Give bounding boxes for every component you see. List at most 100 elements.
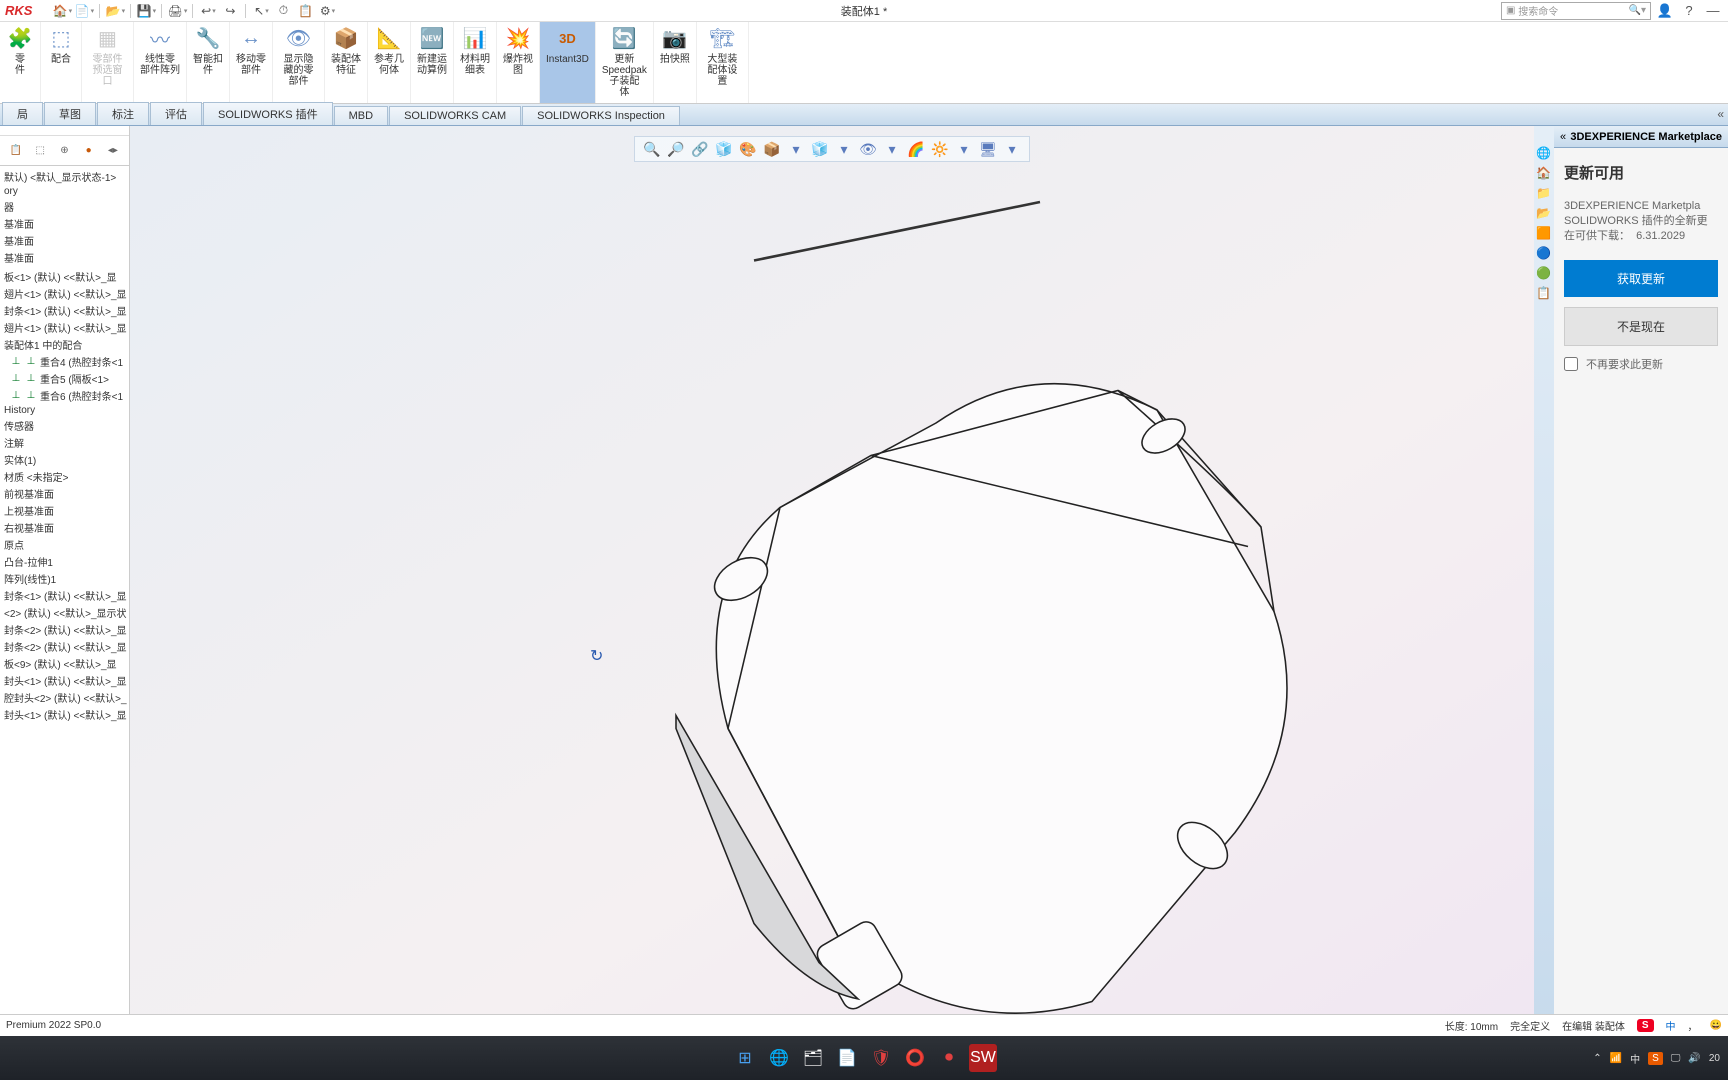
tree-item[interactable]: <2> (默认) <<默认>_显示状	[0, 604, 129, 621]
tree-item[interactable]: 阵列(线性)1	[0, 570, 129, 587]
not-now-button[interactable]: 不是现在	[1564, 307, 1718, 346]
start-menu-icon[interactable]: ⊞	[731, 1044, 759, 1072]
tree-item[interactable]: 右视基准面	[0, 519, 129, 536]
config-tab-icon[interactable]: ⊕	[55, 142, 73, 160]
notes-app-icon[interactable]: 📄	[833, 1044, 861, 1072]
tab-sw-cam[interactable]: SOLIDWORKS CAM	[389, 106, 521, 125]
ribbon-insert-part[interactable]: 🧩零 件	[0, 22, 41, 103]
security-app-icon[interactable]: 🛡	[867, 1044, 895, 1072]
ime-lang-label[interactable]: 中	[1666, 1018, 1676, 1033]
tree-item[interactable]: 板<1> (默认) <<默认>_显	[0, 268, 129, 285]
tree-item[interactable]: ⊥⊥重合4 (热腔封条<1	[0, 353, 129, 370]
ribbon-new-motion-study[interactable]: 🆕新建运 动算例	[411, 22, 454, 103]
system-tray[interactable]: ⌃ 📶 中 S 🖵 🔊 20	[1593, 1051, 1720, 1066]
solidworks-app-icon[interactable]: SW	[969, 1044, 997, 1072]
search-command-box[interactable]: ▣ 搜索命令 🔍▾	[1501, 2, 1651, 20]
tree-item[interactable]: 板<9> (默认) <<默认>_显	[0, 655, 129, 672]
tree-item[interactable]: 基准面	[0, 215, 129, 232]
ribbon-reference-geometry[interactable]: 📐参考几 何体	[368, 22, 411, 103]
ribbon-assembly-features[interactable]: 📦装配体 特征	[325, 22, 368, 103]
taskpane-tab-6[interactable]: 🟢	[1536, 266, 1552, 282]
tray-volume-icon[interactable]: 🔊	[1688, 1053, 1700, 1064]
dont-ask-checkbox[interactable]	[1564, 357, 1578, 371]
ribbon-exploded-view[interactable]: 💥爆炸视 图	[497, 22, 540, 103]
print-icon[interactable]: 🖨	[167, 2, 187, 20]
taskpane-tab-2[interactable]: 📁	[1536, 186, 1552, 202]
select-icon[interactable]: ↖	[251, 2, 271, 20]
ime-emoji-icon[interactable]: 😀	[1710, 1020, 1722, 1031]
tab-sw-inspection[interactable]: SOLIDWORKS Inspection	[522, 106, 680, 125]
help-icon[interactable]: ?	[1679, 2, 1699, 20]
new-file-icon[interactable]: 📄	[74, 2, 94, 20]
ribbon-move-component[interactable]: ↔移动零 部件	[230, 22, 273, 103]
tree-item[interactable]: 注解	[0, 434, 129, 451]
open-file-icon[interactable]: 📂	[105, 2, 125, 20]
settings-icon[interactable]: ⚙	[317, 2, 337, 20]
tree-item[interactable]: 腔封头<2> (默认) <<默认>_	[0, 689, 129, 706]
ribbon-mate[interactable]: ⬚配合	[41, 22, 82, 103]
ribbon-instant3d[interactable]: 3DInstant3D	[540, 22, 596, 103]
tray-sogou-icon[interactable]: S	[1648, 1052, 1663, 1065]
windows-taskbar[interactable]: ⊞ 🌐 🗂 📄 🛡 ⭕ ⏺ SW ⌃ 📶 中 S 🖵 🔊 20	[0, 1036, 1728, 1080]
tree-item[interactable]: 翅片<1> (默认) <<默认>_显	[0, 319, 129, 336]
feature-manager-tree[interactable]: 📋 ⬚ ⊕ ● ◂▸ 默认) <默认_显示状态-1>ory器基准面基准面基准面板…	[0, 126, 130, 1058]
collapse-taskpane-icon[interactable]: «	[1560, 131, 1566, 143]
tree-item[interactable]: 前视基准面	[0, 485, 129, 502]
tray-wifi-icon[interactable]: 📶	[1610, 1053, 1622, 1064]
file-explorer-icon[interactable]: 🗂	[799, 1044, 827, 1072]
taskpane-tab-3[interactable]: 📂	[1536, 206, 1552, 222]
tree-item[interactable]: 默认) <默认_显示状态-1>	[0, 168, 129, 185]
taskpane-tab-4[interactable]: 🟧	[1536, 226, 1552, 242]
tray-battery-icon[interactable]: 🖵	[1671, 1053, 1681, 1064]
home-icon[interactable]: 🏠	[52, 2, 72, 20]
3d-viewport[interactable]: 🔍🔎🔗🧊🎨📦▾🧊▾👁▾🌈🔆▾🖥▾ ↻	[130, 126, 1534, 1058]
property-tab-icon[interactable]: ⬚	[31, 142, 49, 160]
tray-chevron-icon[interactable]: ⌃	[1593, 1053, 1601, 1064]
dont-ask-checkbox-row[interactable]: 不再要求此更新	[1564, 356, 1718, 372]
tree-item[interactable]: 基准面	[0, 232, 129, 249]
ime-punct-icon[interactable]: ，	[1688, 1018, 1698, 1033]
tree-item[interactable]: 传感器	[0, 417, 129, 434]
tree-expand-icon[interactable]: ◂▸	[104, 142, 122, 160]
tab-mbd[interactable]: MBD	[334, 106, 388, 125]
tree-item[interactable]: 原点	[0, 536, 129, 553]
edge-browser-icon[interactable]: 🌐	[765, 1044, 793, 1072]
ribbon-show-hidden[interactable]: 👁显示隐 藏的零 部件	[273, 22, 325, 103]
minimize-icon[interactable]: —	[1703, 2, 1723, 20]
tree-item[interactable]: 凸台-拉伸1	[0, 553, 129, 570]
tree-item[interactable]: 封头<1> (默认) <<默认>_显	[0, 706, 129, 723]
tree-item[interactable]: 实体(1)	[0, 451, 129, 468]
ribbon-update-speedpak[interactable]: 🔄更新 Speedpak 子装配 体	[596, 22, 654, 103]
tree-item[interactable]: 封条<1> (默认) <<默认>_显	[0, 587, 129, 604]
tree-item[interactable]: 封条<2> (默认) <<默认>_显	[0, 621, 129, 638]
tree-item[interactable]: History	[0, 404, 129, 417]
tab-sw-addins[interactable]: SOLIDWORKS 插件	[203, 102, 333, 125]
ime-sogou-icon[interactable]: S	[1637, 1019, 1654, 1032]
chrome-browser-icon[interactable]: ⭕	[901, 1044, 929, 1072]
tab-annotation[interactable]: 标注	[97, 102, 149, 125]
redo-icon[interactable]: ↪	[220, 2, 240, 20]
tree-item[interactable]: 基准面	[0, 249, 129, 266]
tab-evaluate[interactable]: 评估	[150, 102, 202, 125]
ribbon-smart-fasteners[interactable]: 🔧智能扣 件	[187, 22, 230, 103]
ribbon-large-assembly[interactable]: 🏗大型装 配体设 置	[697, 22, 749, 103]
ribbon-linear-pattern[interactable]: 〰线性零 部件阵列	[134, 22, 187, 103]
rebuild-icon[interactable]: ⏱	[273, 2, 293, 20]
tree-item[interactable]: ory	[0, 185, 129, 198]
undo-icon[interactable]: ↩	[198, 2, 218, 20]
collapse-panel-icon[interactable]: «	[1717, 107, 1724, 121]
taskpane-tab-1[interactable]: 🏠	[1536, 166, 1552, 182]
display-tab-icon[interactable]: ●	[80, 142, 98, 160]
tree-item[interactable]: 器	[0, 198, 129, 215]
search-icon[interactable]: 🔍▾	[1629, 5, 1646, 16]
tree-item[interactable]: 封条<2> (默认) <<默认>_显	[0, 638, 129, 655]
tab-sketch[interactable]: 草图	[44, 102, 96, 125]
tab-layout[interactable]: 局	[2, 102, 43, 125]
ribbon-bom[interactable]: 📊材料明 细表	[454, 22, 497, 103]
recorder-app-icon[interactable]: ⏺	[935, 1044, 963, 1072]
options-list-icon[interactable]: 📋	[295, 2, 315, 20]
user-icon[interactable]: 👤	[1655, 2, 1675, 20]
tree-item[interactable]: 装配体1 中的配合	[0, 336, 129, 353]
feature-tree-tab-icon[interactable]: 📋	[7, 142, 25, 160]
tray-clock[interactable]: 20	[1709, 1053, 1720, 1064]
